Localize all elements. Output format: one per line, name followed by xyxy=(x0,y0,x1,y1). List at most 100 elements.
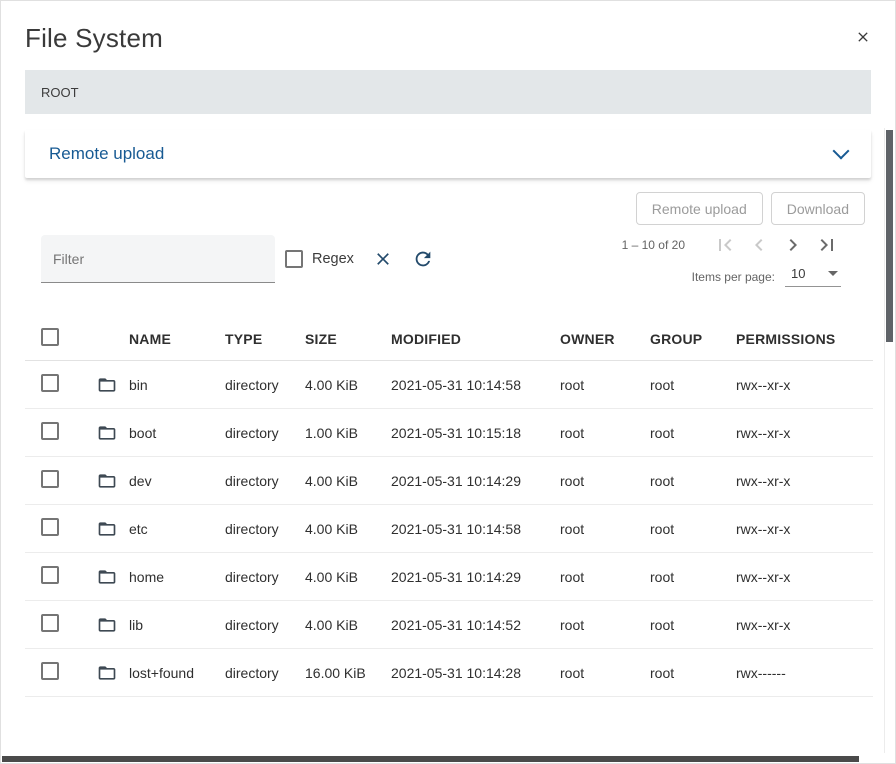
file-modified: 2021-05-31 10:14:52 xyxy=(391,617,560,633)
file-owner: root xyxy=(560,377,650,393)
file-permissions: rwx------ xyxy=(736,665,873,681)
items-per-page-select[interactable]: 10 xyxy=(785,266,841,287)
file-owner: root xyxy=(560,473,650,489)
horizontal-scrollbar[interactable] xyxy=(1,755,883,763)
row-checkbox[interactable] xyxy=(41,374,59,392)
row-checkbox[interactable] xyxy=(41,518,59,536)
folder-icon xyxy=(97,567,117,587)
previous-page-icon xyxy=(747,233,771,257)
file-permissions: rwx--xr-x xyxy=(736,569,873,585)
table-row: lost+found directory 16.00 KiB 2021-05-3… xyxy=(25,649,873,697)
regex-checkbox[interactable] xyxy=(285,250,303,268)
paginator-nav: 1 – 10 of 20 xyxy=(622,231,841,259)
folder-icon xyxy=(97,663,117,683)
file-owner: root xyxy=(560,617,650,633)
file-modified: 2021-05-31 10:14:28 xyxy=(391,665,560,681)
remote-upload-button[interactable]: Remote upload xyxy=(636,192,763,225)
file-modified: 2021-05-31 10:14:58 xyxy=(391,377,560,393)
file-size: 1.00 KiB xyxy=(305,425,391,441)
table-row: boot directory 1.00 KiB 2021-05-31 10:15… xyxy=(25,409,873,457)
row-checkbox[interactable] xyxy=(41,662,59,680)
file-type: directory xyxy=(225,665,305,681)
file-modified: 2021-05-31 10:14:29 xyxy=(391,473,560,489)
file-name[interactable]: boot xyxy=(129,425,225,441)
next-page-button[interactable] xyxy=(779,231,807,259)
table-body: bin directory 4.00 KiB 2021-05-31 10:14:… xyxy=(25,361,873,697)
clear-filter-button[interactable] xyxy=(371,247,395,271)
expansion-panel-label: Remote upload xyxy=(49,144,164,164)
file-table: NAME TYPE SIZE MODIFIED OWNER GROUP PERM… xyxy=(25,317,873,697)
file-group: root xyxy=(650,665,736,681)
items-per-page-label: Items per page: xyxy=(692,270,775,284)
first-page-button[interactable] xyxy=(711,231,739,259)
file-group: root xyxy=(650,473,736,489)
dialog-header: File System xyxy=(1,1,895,54)
file-size: 4.00 KiB xyxy=(305,473,391,489)
table-row: etc directory 4.00 KiB 2021-05-31 10:14:… xyxy=(25,505,873,553)
folder-icon xyxy=(97,471,117,491)
page-title: File System xyxy=(25,23,163,54)
row-checkbox[interactable] xyxy=(41,614,59,632)
file-permissions: rwx--xr-x xyxy=(736,617,873,633)
table-row: bin directory 4.00 KiB 2021-05-31 10:14:… xyxy=(25,361,873,409)
file-type: directory xyxy=(225,617,305,633)
horizontal-scrollbar-thumb[interactable] xyxy=(2,756,859,762)
folder-icon xyxy=(97,423,117,443)
filter-controls: Regex xyxy=(41,235,435,283)
clear-icon xyxy=(373,249,393,269)
file-name[interactable]: lost+found xyxy=(129,665,225,681)
filter-input[interactable] xyxy=(41,251,275,267)
previous-page-button[interactable] xyxy=(745,231,773,259)
vertical-scrollbar[interactable] xyxy=(884,128,895,753)
vertical-scrollbar-thumb[interactable] xyxy=(886,130,893,342)
folder-icon xyxy=(97,519,117,539)
refresh-button[interactable] xyxy=(411,247,435,271)
first-page-icon xyxy=(713,233,737,257)
table-row: lib directory 4.00 KiB 2021-05-31 10:14:… xyxy=(25,601,873,649)
row-checkbox[interactable] xyxy=(41,566,59,584)
folder-icon xyxy=(97,615,117,635)
action-buttons: Remote upload Download xyxy=(41,192,865,225)
column-header-permissions: PERMISSIONS xyxy=(736,331,873,347)
close-button[interactable] xyxy=(851,25,875,49)
file-group: root xyxy=(650,569,736,585)
paginator-range-label: 1 – 10 of 20 xyxy=(622,238,685,252)
file-name[interactable]: lib xyxy=(129,617,225,633)
remote-upload-expansion-header[interactable]: Remote upload xyxy=(25,130,871,178)
row-checkbox[interactable] xyxy=(41,470,59,488)
file-group: root xyxy=(650,521,736,537)
file-modified: 2021-05-31 10:15:18 xyxy=(391,425,560,441)
file-system-dialog: File System ROOT Remote upload Remote up… xyxy=(0,0,896,764)
column-header-name: NAME xyxy=(129,331,225,347)
file-group: root xyxy=(650,425,736,441)
chevron-down-icon xyxy=(833,143,850,160)
file-name[interactable]: bin xyxy=(129,377,225,393)
file-permissions: rwx--xr-x xyxy=(736,377,873,393)
row-checkbox[interactable] xyxy=(41,422,59,440)
file-owner: root xyxy=(560,569,650,585)
regex-label: Regex xyxy=(312,251,354,267)
file-name[interactable]: dev xyxy=(129,473,225,489)
file-size: 16.00 KiB xyxy=(305,665,391,681)
column-header-modified: MODIFIED xyxy=(391,331,560,347)
close-icon xyxy=(855,29,871,45)
file-type: directory xyxy=(225,425,305,441)
file-name[interactable]: etc xyxy=(129,521,225,537)
next-page-icon xyxy=(781,233,805,257)
file-size: 4.00 KiB xyxy=(305,617,391,633)
filter-toolbar: Regex 1 – 10 of 20 xyxy=(41,235,865,287)
breadcrumb: ROOT xyxy=(25,70,871,114)
download-button[interactable]: Download xyxy=(771,192,865,225)
file-type: directory xyxy=(225,569,305,585)
file-owner: root xyxy=(560,521,650,537)
file-name[interactable]: home xyxy=(129,569,225,585)
file-permissions: rwx--xr-x xyxy=(736,521,873,537)
file-modified: 2021-05-31 10:14:29 xyxy=(391,569,560,585)
breadcrumb-item-root[interactable]: ROOT xyxy=(41,85,79,100)
select-all-checkbox[interactable] xyxy=(41,328,59,346)
column-header-owner: OWNER xyxy=(560,331,650,347)
last-page-button[interactable] xyxy=(813,231,841,259)
table-row: home directory 4.00 KiB 2021-05-31 10:14… xyxy=(25,553,873,601)
items-per-page: Items per page: 10 xyxy=(692,266,841,287)
file-size: 4.00 KiB xyxy=(305,377,391,393)
